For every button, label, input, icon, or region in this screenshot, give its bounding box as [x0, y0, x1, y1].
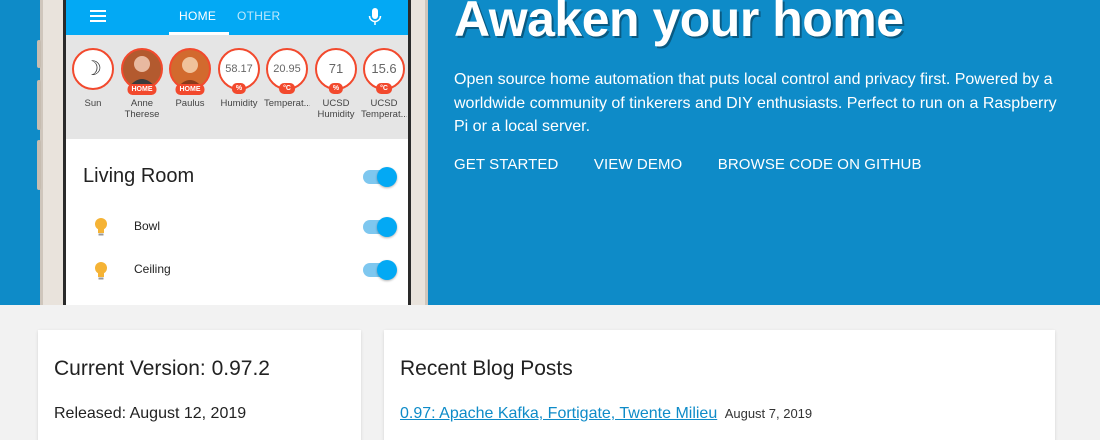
badge-strip: ☽ Sun HOME Anne Therese HOME Paulus 58.1… — [66, 35, 408, 139]
hamburger-menu-icon[interactable] — [90, 10, 106, 22]
hero-links: GET STARTED VIEW DEMO BROWSE CODE ON GIT… — [454, 156, 953, 174]
phone-screen: HOME OTHER ☽ Sun HOME Anne Therese HOME … — [63, 0, 411, 305]
lightbulb-icon — [95, 262, 107, 280]
blog-post-date: August 7, 2019 — [724, 406, 813, 421]
badge-sun[interactable]: ☽ Sun — [70, 48, 116, 109]
badge-label: Temperat... — [264, 98, 310, 109]
blog-title: Recent Blog Posts — [400, 357, 573, 380]
hero-title: Awaken your home — [454, 0, 904, 47]
microphone-icon[interactable] — [368, 8, 382, 26]
browse-code-link[interactable]: BROWSE CODE ON GITHUB — [718, 156, 922, 173]
room-toggle[interactable] — [363, 167, 397, 187]
badge-humidity[interactable]: 58.17 % Humidity — [216, 48, 262, 109]
phone-side-button — [37, 40, 41, 68]
moon-icon: ☽ — [84, 58, 102, 80]
badge-paulus[interactable]: HOME Paulus — [167, 48, 213, 109]
tab-home[interactable]: HOME — [179, 9, 216, 23]
current-version-card: Current Version: 0.97.2 Released: August… — [38, 330, 361, 440]
recent-blog-posts-card: Recent Blog Posts 0.97: Apache Kafka, Fo… — [384, 330, 1055, 440]
person-photo-icon — [177, 57, 203, 88]
bowl-toggle[interactable] — [363, 217, 397, 237]
badge-ucsd-temperature[interactable]: 15.6 °C UCSD Temperat... — [361, 48, 407, 120]
avatar: HOME — [121, 48, 163, 95]
badge-label: Paulus — [175, 98, 205, 109]
badge-anne-therese[interactable]: HOME Anne Therese — [119, 48, 165, 120]
blog-post-link[interactable]: 0.97: Apache Kafka, Fortigate, Twente Mi… — [400, 405, 717, 422]
person-photo-icon — [128, 56, 156, 88]
phone-mockup: HOME OTHER ☽ Sun HOME Anne Therese HOME … — [37, 0, 428, 305]
badge-unit: % — [328, 83, 344, 94]
ceiling-toggle[interactable] — [363, 260, 397, 280]
release-date: Released: August 12, 2019 — [54, 405, 247, 422]
badge-label: UCSD Humidity — [317, 98, 355, 120]
badge-unit: HOME — [127, 84, 157, 95]
phone-side-button — [37, 140, 41, 190]
badge-label: Anne Therese — [124, 98, 160, 120]
entity-label-bowl: Bowl — [134, 219, 161, 233]
living-room-card: Living Room Bowl Ceiling — [66, 139, 408, 305]
badge-unit: % — [231, 83, 247, 94]
blog-post-item: 0.97: Apache Kafka, Fortigate, Twente Mi… — [400, 405, 812, 423]
badge-label: UCSD Temperat... — [361, 98, 407, 120]
app-bar: HOME OTHER — [66, 0, 408, 35]
entity-label-ceiling: Ceiling — [134, 262, 171, 276]
badge-unit: °C — [279, 83, 295, 94]
avatar: HOME — [169, 48, 211, 95]
hero-description: Open source home automation that puts lo… — [454, 71, 1057, 135]
badge-ucsd-humidity[interactable]: 71 % UCSD Humidity — [313, 48, 359, 120]
badge-label: Sun — [84, 98, 102, 109]
get-started-link[interactable]: GET STARTED — [454, 156, 558, 173]
hero-section: HOME OTHER ☽ Sun HOME Anne Therese HOME … — [0, 0, 1100, 305]
badge-unit: HOME — [175, 84, 205, 95]
badge-unit: °C — [376, 83, 392, 94]
badge-circle: ☽ — [72, 48, 114, 90]
view-demo-link[interactable]: VIEW DEMO — [594, 156, 682, 173]
badge-label: Humidity — [220, 98, 258, 109]
room-title: Living Room — [83, 165, 195, 187]
lightbulb-icon — [95, 218, 107, 236]
phone-side-button — [37, 80, 41, 130]
badge-temperature[interactable]: 20.95 °C Temperat... — [264, 48, 310, 109]
version-title: Current Version: 0.97.2 — [54, 357, 270, 380]
tab-other[interactable]: OTHER — [237, 9, 281, 23]
